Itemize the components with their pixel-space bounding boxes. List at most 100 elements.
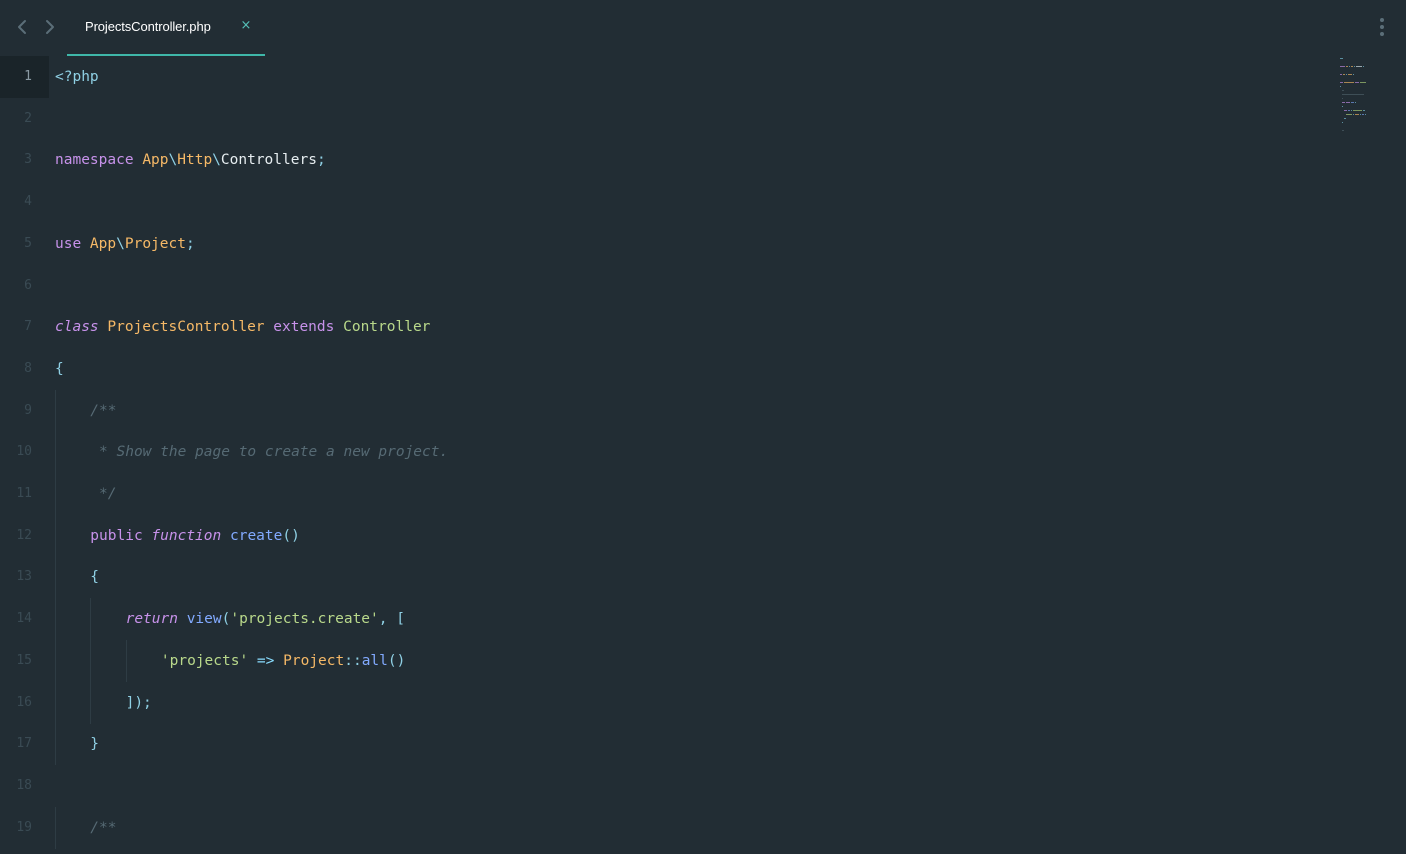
minimap-stroke — [1342, 106, 1343, 107]
code-token: public — [90, 527, 152, 544]
code-text: namespace App\Http\Controllers; — [55, 139, 326, 181]
minimap-stroke — [1362, 114, 1364, 115]
code-line[interactable]: 6 — [0, 265, 1330, 307]
code-line[interactable]: 12 public function create() — [0, 514, 1330, 557]
minimap-stroke — [1340, 82, 1343, 83]
code-text: 'projects' => Project::all() — [161, 640, 405, 682]
code-token: /** — [90, 819, 117, 836]
code-token: /** — [90, 402, 117, 419]
minimap-stroke — [1355, 114, 1359, 115]
indent-guide — [55, 639, 56, 682]
code-token: ]); — [125, 694, 152, 711]
code-token: all — [361, 652, 388, 669]
code-token: * Show the page to create a new project. — [90, 444, 449, 461]
code-line[interactable]: 19 /** — [0, 806, 1330, 849]
code-line[interactable]: 15 'projects' => Project::all() — [0, 639, 1330, 682]
code-line[interactable]: 17} — [0, 723, 1330, 766]
code-token: class — [55, 319, 108, 336]
code-line[interactable]: 8{ — [0, 348, 1330, 390]
minimap-stroke — [1351, 66, 1353, 67]
minimap-stroke — [1349, 66, 1350, 67]
back-button[interactable] — [14, 18, 30, 36]
code-line[interactable]: 3 namespace App\Http\Controllers; — [0, 139, 1330, 181]
code-token: App — [142, 152, 169, 169]
line-number: 18 — [16, 777, 32, 793]
minimap-stroke — [1360, 82, 1366, 83]
chevron-left-icon — [18, 20, 26, 34]
code-token: :: — [344, 652, 362, 669]
code-line[interactable]: 5 use App\Project; — [0, 223, 1330, 265]
indent-guide — [90, 639, 92, 682]
minimap-stroke — [1363, 66, 1364, 67]
forward-button[interactable] — [42, 18, 58, 36]
close-icon[interactable]: × — [239, 18, 253, 34]
code-line[interactable]: 1 <?php — [0, 56, 1330, 98]
minimap-stroke — [1340, 74, 1342, 75]
code-token: ; — [316, 152, 326, 169]
code-token: { — [55, 360, 64, 377]
code-token: () — [282, 527, 300, 544]
code-token: } — [90, 736, 100, 753]
code-line[interactable]: 18 — [0, 765, 1330, 807]
code-editor[interactable]: 1 <?php 2 3 namespace App\Http\Controllers; 4… — [0, 56, 1330, 854]
minimap-stroke — [1360, 114, 1361, 115]
minimap-stroke — [1346, 102, 1350, 103]
code-token: return — [125, 611, 187, 628]
code-line[interactable]: 16]); — [0, 681, 1330, 724]
indent-guide — [125, 639, 127, 682]
code-token: \ — [116, 235, 125, 252]
minimap-stroke — [1355, 82, 1359, 83]
code-text: ]); — [126, 682, 152, 724]
code-text: { — [55, 348, 64, 390]
minimap-stroke — [1353, 74, 1354, 75]
minimap-stroke — [1342, 122, 1343, 123]
minimap-stroke — [1340, 58, 1343, 59]
code-line[interactable]: 2 — [0, 98, 1330, 140]
indent-guide — [55, 389, 56, 432]
code-line[interactable]: 7 class ProjectsController extends Contro… — [0, 306, 1330, 348]
code-token: , [ — [378, 611, 405, 628]
minimap-stroke — [1348, 110, 1350, 111]
minimap-stroke — [1351, 110, 1352, 111]
code-token: => — [248, 652, 284, 669]
indent-guide — [90, 681, 92, 724]
indent-guide — [55, 556, 56, 599]
code-text: public function create() — [90, 515, 300, 557]
code-text: class ProjectsController extends Control… — [55, 306, 430, 348]
code-line[interactable]: 4 — [0, 181, 1330, 223]
code-line[interactable]: 14 return view('projects.create', [ — [0, 598, 1330, 641]
code-line[interactable]: 9 /** — [0, 389, 1330, 432]
line-number: 16 — [16, 694, 32, 710]
indent-guide — [55, 681, 56, 724]
minimap-stroke — [1354, 66, 1355, 67]
code-line[interactable]: 10 * Show the page to create a new proje… — [0, 431, 1330, 474]
minimap-stroke — [1353, 114, 1354, 115]
code-text: } — [90, 723, 99, 765]
code-line[interactable]: 13 { — [0, 556, 1330, 599]
minimap-stroke — [1344, 118, 1346, 119]
code-token: 'projects' — [160, 652, 249, 669]
minimap-stroke — [1344, 110, 1347, 111]
line-number: 17 — [16, 736, 32, 752]
minimap-stroke — [1346, 66, 1348, 67]
line-number: 5 — [24, 235, 32, 251]
code-text: { — [90, 556, 99, 598]
indent-guide — [55, 598, 56, 641]
code-text: /** — [90, 807, 116, 849]
line-number: 9 — [24, 402, 32, 418]
code-line[interactable]: 11 */ — [0, 473, 1330, 515]
code-token: Controller — [343, 319, 431, 336]
minimap-stroke — [1342, 90, 1344, 91]
minimap[interactable] — [1334, 56, 1374, 136]
code-token: () — [387, 652, 406, 669]
code-text: return view('projects.create', [ — [126, 598, 405, 640]
code-token: Project — [124, 235, 186, 252]
kebab-menu-icon[interactable] — [1376, 16, 1388, 38]
editor-window: ProjectsController.php × 1 <?php 2 3 namespa… — [0, 0, 1406, 854]
code-token: Project — [283, 652, 345, 669]
code-token: function — [151, 527, 230, 544]
code-token: { — [90, 569, 100, 586]
minimap-stroke — [1342, 102, 1345, 103]
indent-guide — [55, 431, 56, 474]
tab-projects-controller[interactable]: ProjectsController.php × — [67, 0, 265, 56]
